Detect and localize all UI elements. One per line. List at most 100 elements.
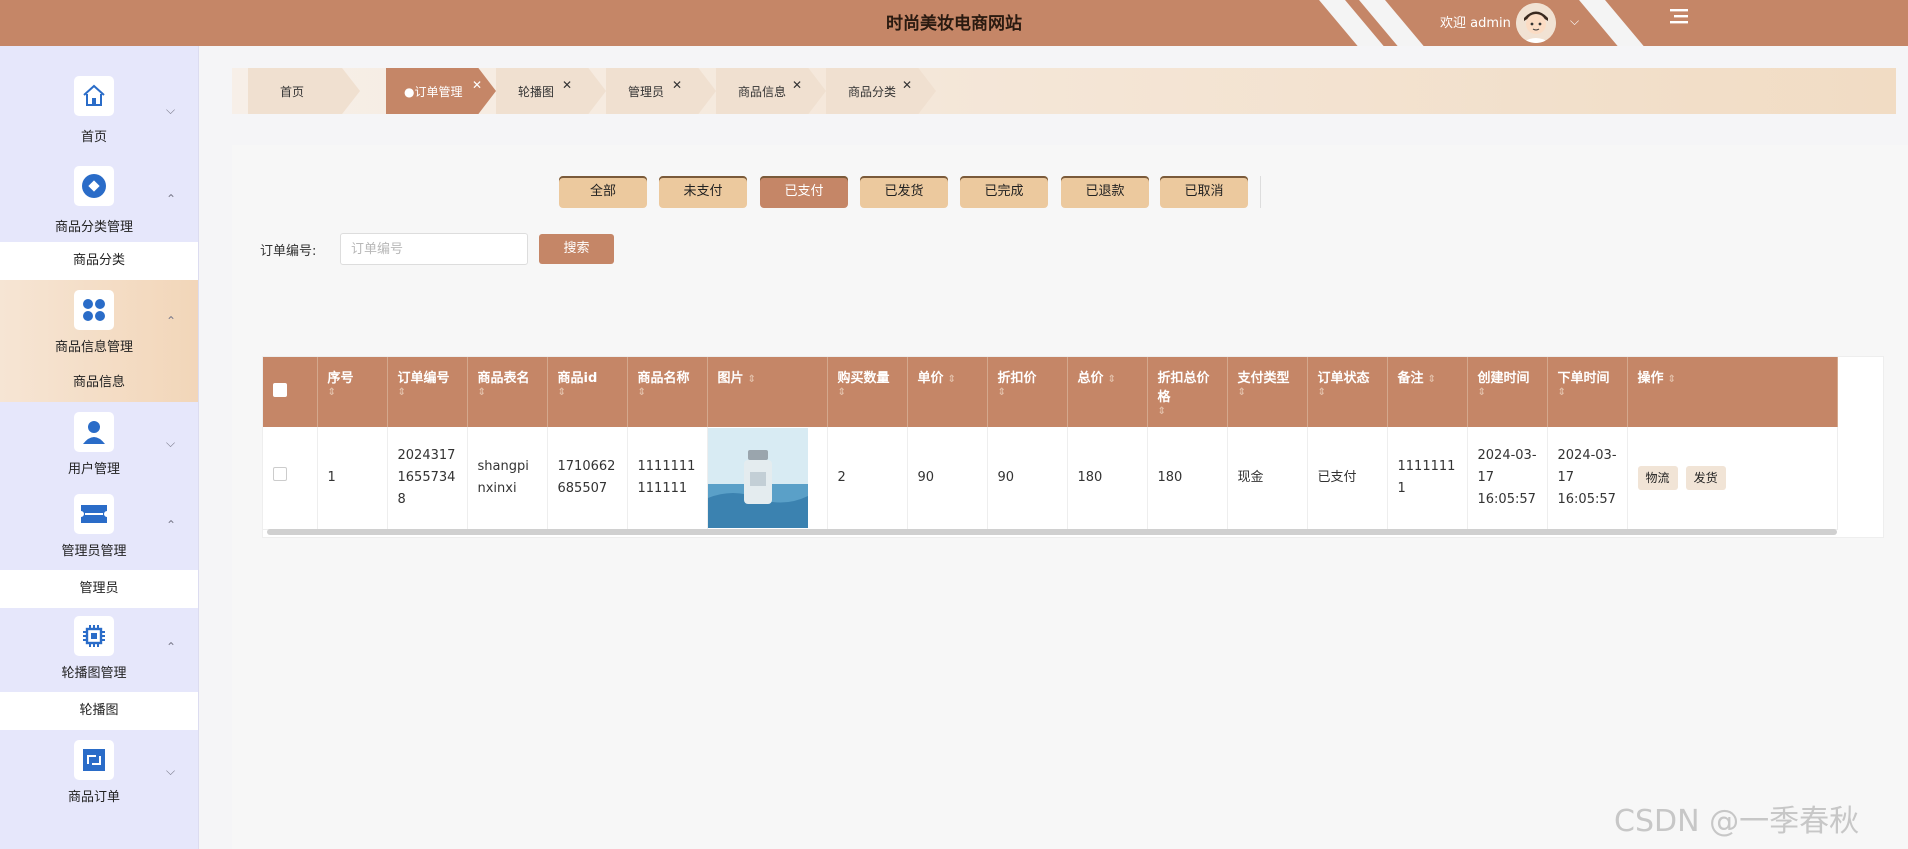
close-icon[interactable]: ✕	[672, 78, 682, 92]
sort-icon[interactable]: ⇕	[1108, 374, 1116, 385]
sort-icon[interactable]: ⇕	[1478, 386, 1537, 400]
column-header[interactable]: 折扣总价格 ⇕	[1147, 357, 1228, 427]
product-thumbnail	[707, 427, 808, 528]
sidebar-item-user-management[interactable]: 用户管理 ⌵	[0, 402, 198, 486]
sidebar: 首页 ⌵ 商品分类管理 ⌃ 商品分类 商品信息管理 ⌃ 商品信息 用户管理 ⌵ …	[0, 46, 199, 849]
sort-icon[interactable]: ⇕	[838, 386, 897, 400]
status-completed-button[interactable]: 已完成	[960, 176, 1048, 208]
cell-table-name: shangpinxinxi	[467, 427, 548, 530]
menu-toggle-icon[interactable]	[1668, 6, 1690, 26]
cell-status: 已支付	[1307, 427, 1388, 530]
cell-discount-total: 180	[1147, 427, 1228, 530]
tab-carousel[interactable]: 轮播图 ✕	[496, 68, 606, 114]
sort-icon[interactable]: ⇕	[1558, 386, 1617, 400]
sidebar-subitem-category[interactable]: 商品分类	[0, 242, 198, 280]
tab-product-info[interactable]: 商品信息 ✕	[716, 68, 826, 114]
cell-index: 1	[317, 427, 388, 530]
column-header[interactable]: 下单时间 ⇕	[1547, 357, 1628, 427]
sort-icon[interactable]: ⇕	[1238, 386, 1297, 400]
sidebar-item-product-orders[interactable]: 商品订单 ⌵	[0, 730, 198, 814]
tab-label: 轮播图	[518, 85, 555, 99]
column-label: 下单时间	[1557, 371, 1610, 386]
horizontal-scrollbar[interactable]	[267, 529, 1837, 535]
sidebar-item-category-management[interactable]: 商品分类管理 ⌃	[0, 154, 198, 242]
column-header[interactable]: 创建时间 ⇕	[1467, 357, 1548, 427]
chevron-up-icon: ⌃	[166, 518, 177, 532]
category-icon	[74, 166, 114, 206]
column-header[interactable]: 支付类型 ⇕	[1227, 357, 1308, 427]
logistics-button[interactable]: 物流	[1637, 465, 1678, 490]
sort-icon[interactable]: ⇕	[748, 374, 756, 385]
search-button[interactable]: 搜索	[539, 234, 614, 264]
select-all-checkbox[interactable]	[273, 383, 287, 397]
sidebar-item-home[interactable]: 首页 ⌵	[0, 46, 198, 154]
status-refunded-button[interactable]: 已退款	[1061, 176, 1149, 208]
column-label: 购买数量	[837, 371, 890, 386]
column-header[interactable]: 商品id ⇕	[547, 357, 628, 427]
tab-home[interactable]: 首页	[248, 68, 360, 114]
status-unpaid-button[interactable]: 未支付	[659, 176, 747, 208]
sidebar-subitem-product-info[interactable]: 商品信息	[0, 364, 198, 402]
column-header[interactable]: 总价 ⇕	[1067, 357, 1148, 427]
column-label: 图片	[717, 371, 744, 386]
column-header[interactable]: 单价 ⇕	[907, 357, 988, 427]
sort-icon[interactable]: ⇕	[1428, 374, 1436, 385]
sidebar-subitem-carousel[interactable]: 轮播图	[0, 692, 198, 730]
sidebar-item-label: 商品信息管理	[54, 340, 133, 355]
sort-icon[interactable]: ⇕	[998, 386, 1057, 400]
chevron-up-icon: ⌃	[166, 192, 177, 206]
sidebar-item-product-management[interactable]: 商品信息管理 ⌃	[0, 280, 198, 364]
sidebar-subitem-admin[interactable]: 管理员	[0, 570, 198, 608]
column-header[interactable]: 商品表名 ⇕	[467, 357, 548, 427]
close-icon[interactable]: ✕	[472, 78, 482, 92]
avatar[interactable]	[1516, 3, 1556, 43]
sort-icon[interactable]: ⇕	[1158, 405, 1217, 419]
row-checkbox[interactable]	[273, 466, 287, 481]
sort-icon[interactable]: ⇕	[398, 386, 457, 400]
status-paid-button[interactable]: 已支付	[760, 176, 848, 208]
close-icon[interactable]: ✕	[902, 78, 912, 92]
column-header[interactable]: 订单编号 ⇕	[387, 357, 468, 427]
cell-order-no: 20243171655734 8	[387, 427, 468, 530]
sort-icon[interactable]: ⇕	[328, 386, 377, 400]
tab-order-management[interactable]: ●订单管理 ✕	[386, 68, 496, 114]
column-header[interactable]: 订单状态 ⇕	[1307, 357, 1388, 427]
column-header[interactable]: 商品名称 ⇕	[627, 357, 708, 427]
sidebar-item-carousel-management[interactable]: 轮播图管理 ⌃	[0, 608, 198, 692]
column-header[interactable]: 备注 ⇕	[1387, 357, 1468, 427]
sort-icon[interactable]: ⇕	[478, 386, 537, 400]
order-number-input[interactable]	[340, 233, 528, 265]
select-all-header	[263, 357, 318, 427]
column-header[interactable]: 图片 ⇕	[707, 357, 828, 427]
breadcrumb-tabs: 首页 ●订单管理 ✕ 轮播图 ✕ 管理员 ✕ 商品信息 ✕ 商品分类 ✕	[232, 68, 1896, 114]
column-label: 操作	[1637, 371, 1664, 386]
cell-created: 2024-03-17 16:05:57	[1467, 427, 1548, 530]
top-header: 时尚美妆电商网站 欢迎 admin ⌵	[0, 0, 1908, 46]
chevron-down-icon[interactable]: ⌵	[1570, 14, 1579, 29]
sort-icon[interactable]: ⇕	[1668, 374, 1676, 385]
status-cancelled-button[interactable]: 已取消	[1160, 176, 1248, 208]
sidebar-item-admin-management[interactable]: 管理员管理 ⌃	[0, 486, 198, 570]
table-row[interactable]: 1 20243171655734 8 shangpinxinxi 1710662…	[263, 427, 1838, 530]
sort-icon[interactable]: ⇕	[1318, 386, 1377, 400]
sort-icon[interactable]: ⇕	[638, 386, 697, 400]
close-icon[interactable]: ✕	[792, 78, 802, 92]
ship-button[interactable]: 发货	[1685, 465, 1726, 490]
tab-label: 管理员	[628, 85, 665, 99]
cell-price: 90	[907, 427, 988, 530]
status-all-button[interactable]: 全部	[559, 176, 647, 208]
tab-label: 商品分类	[848, 85, 897, 99]
column-label: 折扣价	[997, 371, 1037, 386]
column-header[interactable]: 购买数量 ⇕	[827, 357, 908, 427]
status-shipped-button[interactable]: 已发货	[860, 176, 948, 208]
home-icon	[74, 76, 114, 116]
column-label: 创建时间	[1477, 371, 1530, 386]
column-header[interactable]: 折扣价 ⇕	[987, 357, 1068, 427]
column-header[interactable]: 序号 ⇕	[317, 357, 388, 427]
sort-icon[interactable]: ⇕	[558, 386, 617, 400]
welcome-text: 欢迎 admin	[1440, 16, 1511, 31]
close-icon[interactable]: ✕	[562, 78, 572, 92]
tab-product-category[interactable]: 商品分类 ✕	[826, 68, 936, 114]
tab-admin[interactable]: 管理员 ✕	[606, 68, 716, 114]
sort-icon[interactable]: ⇕	[948, 374, 956, 385]
